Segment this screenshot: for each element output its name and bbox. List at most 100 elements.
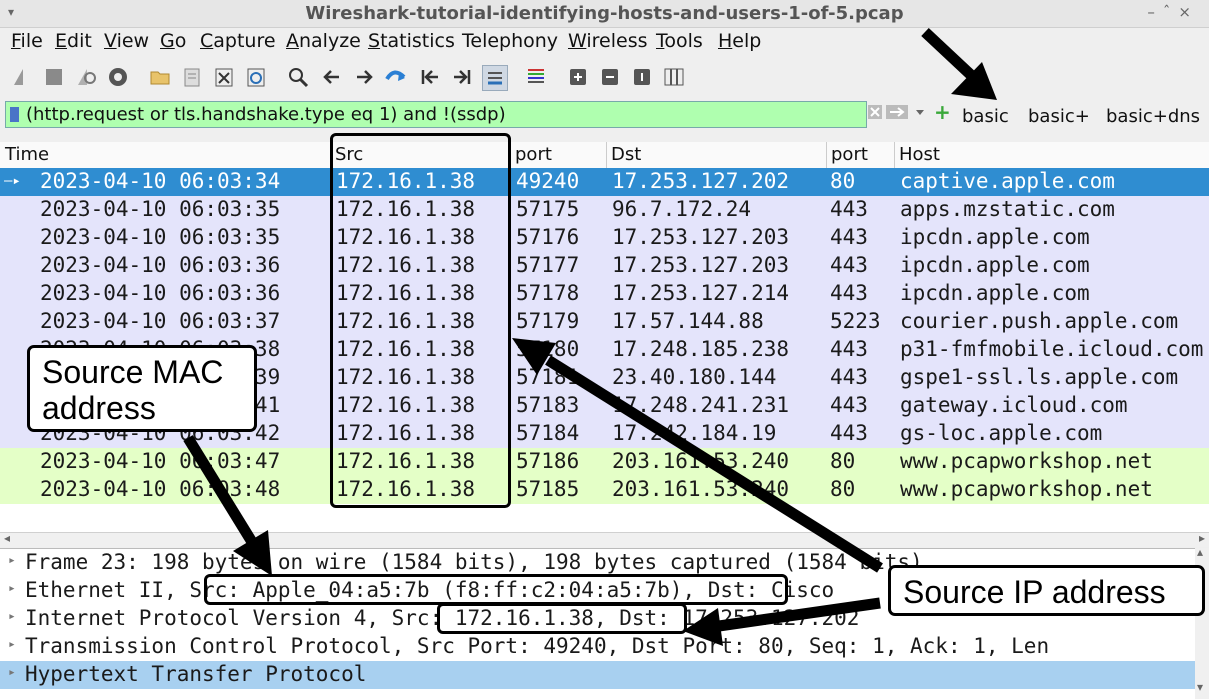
cell-dst: 17.253.127.203 [612,225,790,249]
cell-src-port: 57178 [516,281,580,305]
colorize-icon[interactable] [524,65,548,89]
callout-ip-text: Source IP address [903,574,1166,610]
cell-dst-port: 443 [830,421,868,445]
reload-file-icon[interactable] [244,65,268,89]
window-title: Wireshark-tutorial-identifying-hosts-and… [305,3,904,24]
stop-capture-icon[interactable] [42,65,66,89]
cell-host: captive.apple.com [900,169,1115,193]
column-dst-port[interactable]: port [831,144,868,165]
cell-dst-port: 80 [830,449,856,473]
start-capture-icon[interactable] [10,65,34,89]
detail-row[interactable]: ▸ Hypertext Transfer Protocol [0,661,1195,689]
packet-row[interactable]: 2023-04-10 06:03:36 172.16.1.38 57178 17.25… [0,280,1209,308]
cell-dst-port: 443 [830,337,868,361]
title-bar: ▾ Wireshark-tutorial-identifying-hosts-a… [0,0,1209,28]
go-to-packet-icon[interactable] [384,65,408,89]
maximize-icon[interactable]: ˆ [1163,3,1179,21]
minimize-icon[interactable]: – [1147,3,1163,21]
column-dst[interactable]: Dst [611,144,641,165]
restart-capture-icon[interactable] [74,65,98,89]
resize-columns-icon[interactable] [662,65,686,89]
cell-host: ipcdn.apple.com [900,281,1090,305]
expand-chevron-icon[interactable]: ▸ [8,637,16,652]
scroll-right-icon[interactable]: ▸ [1199,531,1205,545]
packet-row[interactable]: 2023-04-10 06:03:47 172.16.1.38 57186 203.1… [0,448,1209,476]
filter-button-basic-plus[interactable]: basic+ [1028,106,1090,127]
menu-edit[interactable]: Edit [55,30,92,52]
last-packet-icon[interactable] [450,65,474,89]
display-filter-input[interactable]: (http.request or tls.handshake.type eq 1… [5,101,867,128]
bookmark-icon[interactable] [10,107,19,122]
cell-dst-port: 443 [830,281,868,305]
detail-text: Hypertext Transfer Protocol [25,662,367,686]
menu-telephony[interactable]: Telephony [462,30,558,52]
cell-dst-port: 80 [830,169,856,193]
packet-list-hscrollbar[interactable]: ◂ ▸ [0,531,1209,547]
menu-tools[interactable]: Tools [656,30,703,52]
cell-src-port: 49240 [516,169,580,193]
display-filter-text[interactable]: (http.request or tls.handshake.type eq 1… [26,104,506,125]
capture-options-icon[interactable] [106,65,130,89]
expand-chevron-icon[interactable]: ▸ [8,665,16,680]
auto-scroll-icon[interactable] [482,65,508,91]
cell-host: ipcdn.apple.com [900,225,1090,249]
packet-row[interactable]: 2023-04-10 06:03:36 172.16.1.38 57177 17.25… [0,252,1209,280]
cell-dst: 17.253.127.203 [612,253,790,277]
menu-capture[interactable]: Capture [200,30,276,52]
add-filter-button-icon[interactable]: + [934,100,951,124]
zoom-in-icon[interactable] [566,65,590,89]
first-packet-icon[interactable] [418,65,442,89]
packet-row[interactable]: 2023-04-10 06:03:48 172.16.1.38 57185 203.1… [0,476,1209,504]
packet-row[interactable]: 2023-04-10 06:03:35 172.16.1.38 57175 96.7.… [0,196,1209,224]
cell-host: gspe1-ssl.ls.apple.com [900,365,1179,389]
menu-file[interactable]: File [11,30,43,52]
cell-time: 2023-04-10 06:03:47 [40,449,281,473]
expand-chevron-icon[interactable]: ▸ [8,553,16,568]
save-file-icon[interactable] [180,65,204,89]
cell-dst: 23.40.180.144 [612,365,777,389]
go-forward-icon[interactable] [352,65,376,89]
packet-row[interactable]: 2023-04-10 06:03:37 172.16.1.38 57179 17.57… [0,308,1209,336]
packet-row[interactable]: 2023-04-10 06:03:35 172.16.1.38 57176 17.25… [0,224,1209,252]
open-file-icon[interactable] [148,65,172,89]
filter-button-basic-dns[interactable]: basic+dns [1106,106,1200,127]
cell-dst-port: 443 [830,225,868,249]
zoom-out-icon[interactable] [598,65,622,89]
cell-src-port: 57183 [516,393,580,417]
menu-bar: File Edit View Go Capture Analyze Statis… [0,27,1209,57]
scroll-down-icon[interactable]: ▾ [1197,680,1203,694]
normal-size-icon[interactable] [630,65,654,89]
cell-host: gateway.icloud.com [900,393,1128,417]
menu-statistics[interactable]: Statistics [368,30,455,52]
cell-dst: 203.161.53.240 [612,477,790,501]
find-packet-icon[interactable] [286,65,310,89]
menu-analyze[interactable]: Analyze [286,30,361,52]
detail-row[interactable]: ▸ Transmission Control Protocol, Src Port… [0,633,1195,661]
cell-dst: 17.248.241.231 [612,393,790,417]
packet-row[interactable]: —▸ 2023-04-10 06:03:34 172.16.1.38 49240 17.… [0,168,1209,196]
scroll-up-icon[interactable]: ▴ [1197,545,1203,559]
filter-button-basic[interactable]: basic [962,106,1009,127]
menu-help[interactable]: Help [718,30,761,52]
cell-src-port: 57179 [516,309,580,333]
packet-list-header: Time Src port Dst port Host [0,142,1209,169]
cell-dst: 17.253.127.202 [612,169,790,193]
menu-view[interactable]: View [104,30,149,52]
close-file-icon[interactable] [212,65,236,89]
column-host[interactable]: Host [899,144,940,165]
menu-wireless[interactable]: Wireless [568,30,648,52]
column-src-port[interactable]: port [515,144,552,165]
expand-chevron-icon[interactable]: ▸ [8,581,16,596]
filter-clear-apply-icons[interactable] [868,104,928,124]
cell-host: courier.push.apple.com [900,309,1179,333]
window-controls[interactable]: –ˆ× [1147,3,1199,21]
go-back-icon[interactable] [320,65,344,89]
scroll-left-icon[interactable]: ◂ [4,531,10,545]
column-time[interactable]: Time [5,144,49,165]
cell-dst: 203.161.53.240 [612,449,790,473]
menu-go[interactable]: Go [160,30,186,52]
close-icon[interactable]: × [1178,3,1199,21]
callout-mac-line2: address [42,390,156,426]
cell-dst-port: 443 [830,365,868,389]
expand-chevron-icon[interactable]: ▸ [8,609,16,624]
